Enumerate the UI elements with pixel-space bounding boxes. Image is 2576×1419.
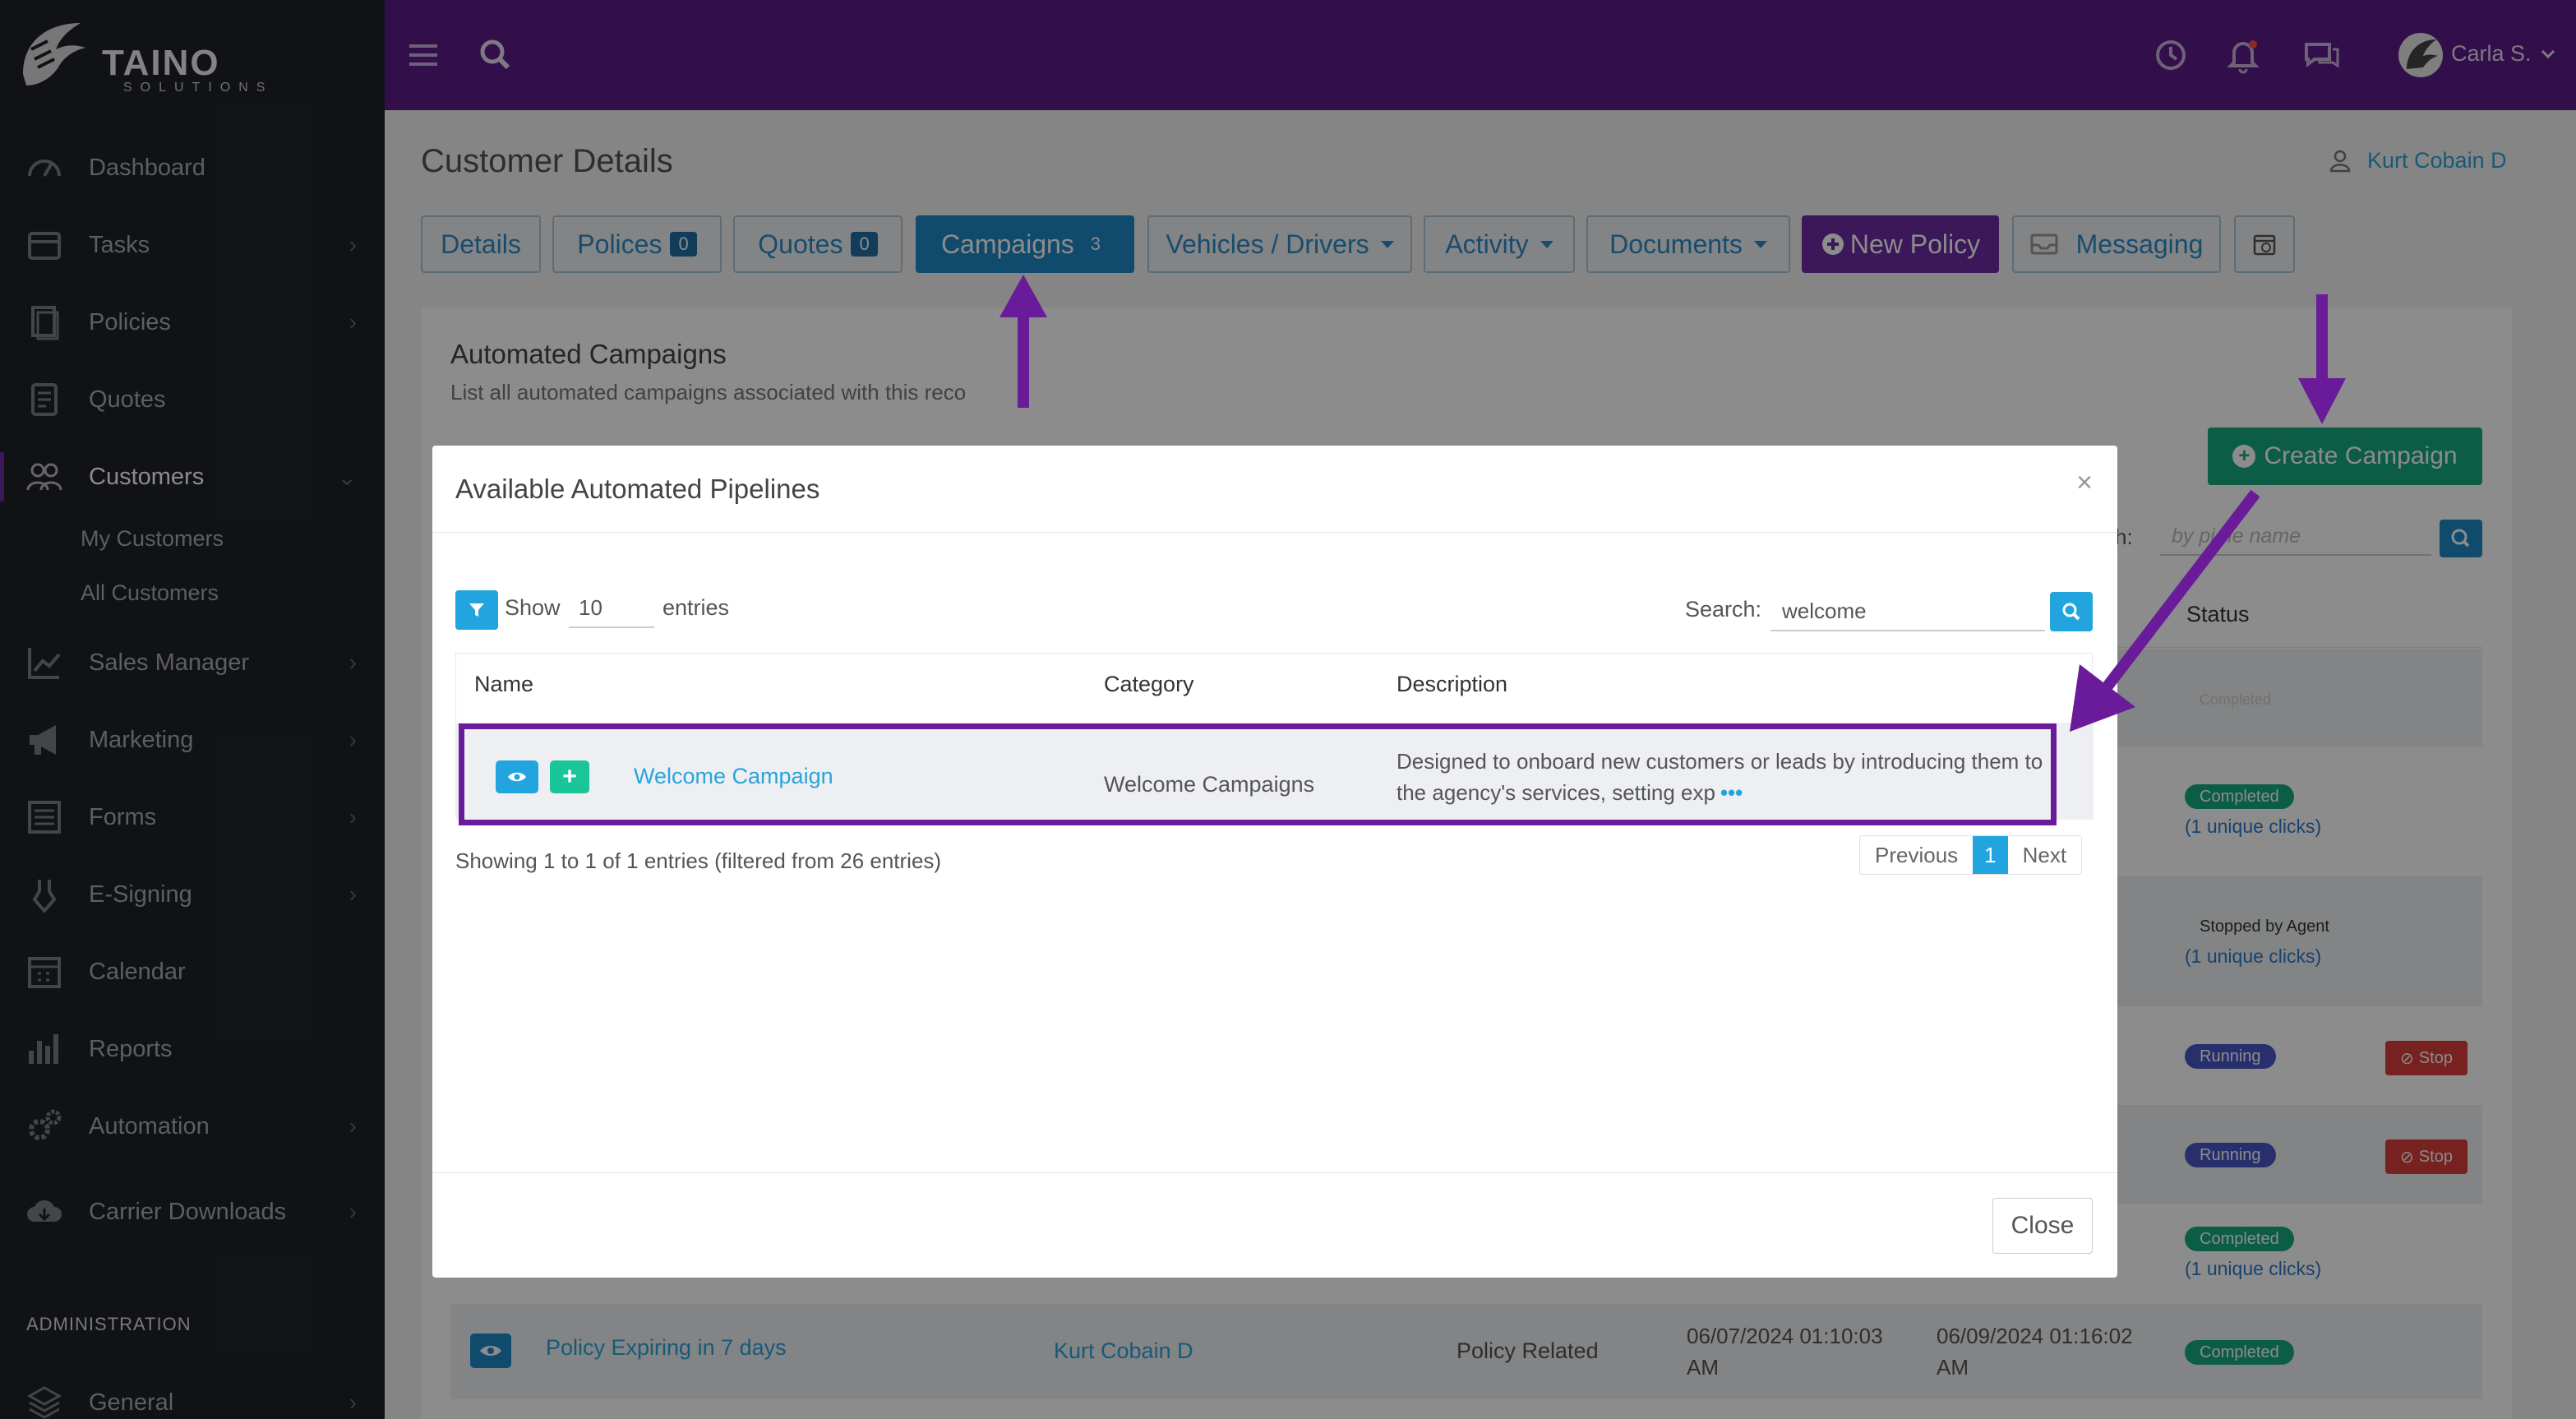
close-button[interactable]: Close [1992, 1198, 2093, 1254]
filter-button[interactable] [455, 590, 498, 630]
entries-per-page-input[interactable]: 10 [569, 587, 654, 628]
show-label: Show [505, 595, 561, 620]
available-pipelines-modal: Available Automated Pipelines × Show 10 … [432, 446, 2117, 1278]
column-header-description[interactable]: Description [1396, 672, 1507, 697]
modal-header: Available Automated Pipelines × [432, 446, 2117, 533]
pipeline-search-input[interactable]: welcome [1770, 590, 2045, 631]
column-header-category[interactable]: Category [1104, 672, 1194, 697]
annotation-arrow-diagonal [2070, 489, 2260, 732]
previous-page-button[interactable]: Previous [1860, 836, 1973, 874]
next-page-button[interactable]: Next [2008, 836, 2081, 874]
annotation-arrow-up [999, 275, 1047, 408]
entries-label: entries [662, 595, 730, 620]
annotation-highlight-box [459, 723, 2057, 825]
page-1-button[interactable]: 1 [1973, 836, 2008, 874]
column-header-name[interactable]: Name [474, 672, 533, 697]
table-info: Showing 1 to 1 of 1 entries (filtered fr… [455, 848, 942, 873]
annotation-arrow-down [2298, 294, 2346, 424]
filter-icon [469, 603, 484, 617]
modal-footer: Close [432, 1172, 2117, 1278]
pagination: Previous 1 Next [1859, 835, 2083, 875]
search-label: Search: [1685, 597, 1762, 622]
modal-title: Available Automated Pipelines [455, 474, 820, 504]
